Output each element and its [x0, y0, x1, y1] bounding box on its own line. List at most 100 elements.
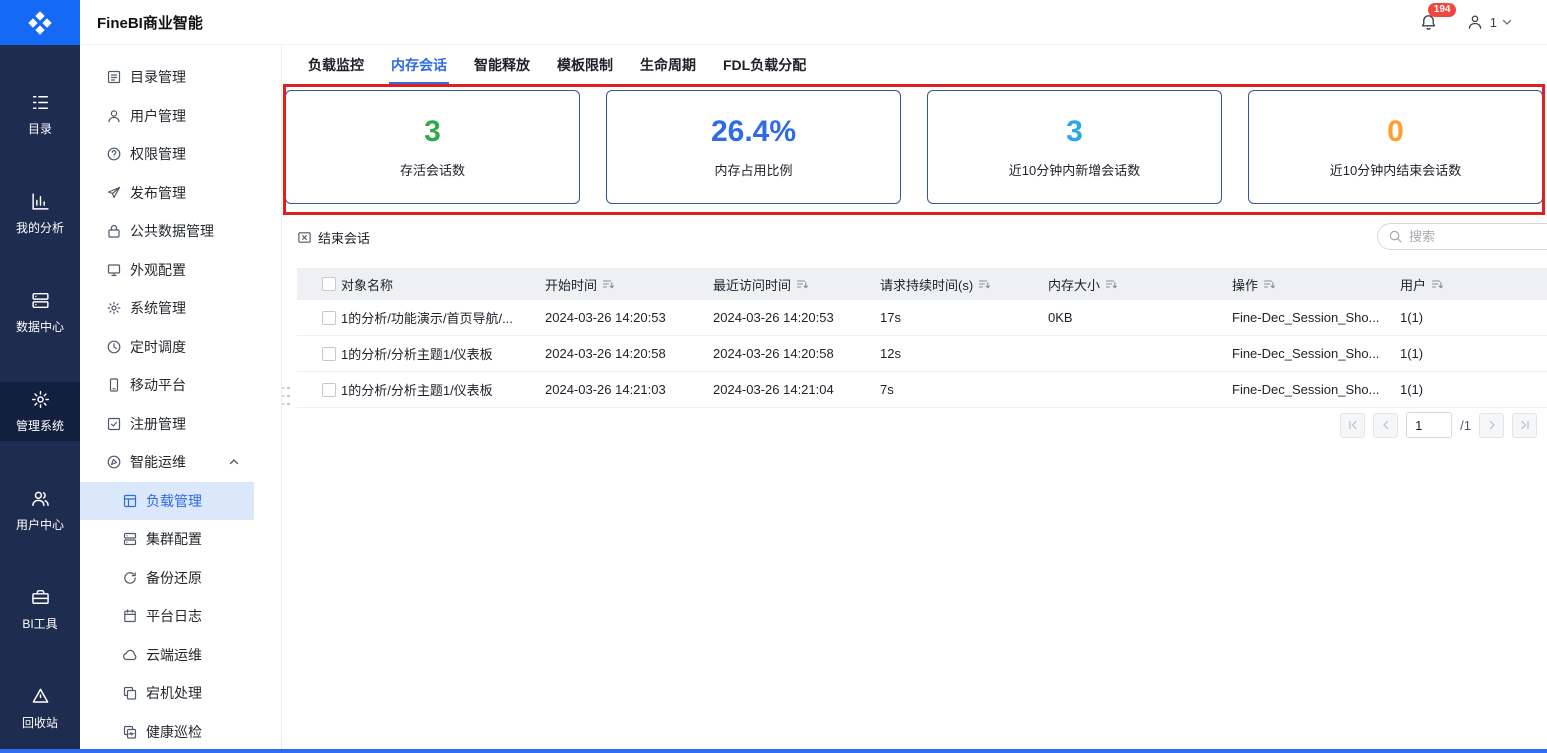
- rail-item-management-system[interactable]: 管理系统: [0, 382, 80, 441]
- sidebar-item-platform-logs[interactable]: 平台日志: [80, 597, 254, 636]
- table-toolbar: 结束会话: [297, 222, 1547, 252]
- sort-icon[interactable]: [602, 278, 614, 290]
- prev-page-button[interactable]: [1373, 412, 1399, 438]
- sidebar-item-cluster-config[interactable]: 集群配置: [80, 520, 254, 559]
- row-checkbox[interactable]: [322, 382, 336, 397]
- finebi-logo[interactable]: [0, 0, 80, 45]
- operation-cell: Fine-Dec_Session_Sho...: [1232, 382, 1380, 397]
- sidebar-item-health-check[interactable]: 健康巡检: [80, 713, 254, 752]
- stat-label: 近10分钟内新增会话数: [1008, 163, 1141, 178]
- catalog-doc-icon: [106, 69, 122, 85]
- sidebar-item-public-data-mgmt[interactable]: 公共数据管理: [80, 212, 254, 251]
- first-page-button[interactable]: [1340, 412, 1366, 438]
- tab-memory-session[interactable]: 内存会话: [389, 45, 449, 85]
- total-pages-label: /1: [1460, 417, 1471, 433]
- row-checkbox[interactable]: [322, 310, 336, 325]
- sidebar-item-load-mgmt[interactable]: 负载管理: [80, 481, 254, 520]
- sort-icon[interactable]: [1105, 278, 1117, 290]
- sidebar-item-downtime-handling[interactable]: 宕机处理: [80, 674, 254, 713]
- sort-icon[interactable]: [978, 278, 991, 290]
- sidebar-item-label: 健康巡检: [146, 723, 202, 740]
- sidebar-item-label: 集群配置: [146, 531, 202, 548]
- sidebar-item-system-mgmt[interactable]: 系统管理: [80, 289, 254, 328]
- tab-template-limit[interactable]: 模板限制: [557, 45, 613, 85]
- tab-fdl-load-distribution[interactable]: FDL负载分配: [723, 45, 806, 85]
- column-header-object-name: 对象名称: [341, 277, 394, 293]
- last-page-button[interactable]: [1512, 412, 1537, 438]
- start-time-cell: 2024-03-26 14:21:03: [545, 382, 666, 397]
- rail-item-bi-tools[interactable]: BI工具: [0, 580, 80, 639]
- sidebar-item-appearance-config[interactable]: 外观配置: [80, 251, 254, 290]
- analysis-chart-icon: [30, 191, 51, 212]
- topbar: FineBI商业智能 194 1: [80, 0, 1547, 45]
- duration-cell: 7s: [880, 382, 894, 397]
- sort-icon[interactable]: [1431, 278, 1443, 290]
- rail-item-label: 目录: [27, 122, 52, 136]
- notifications-button[interactable]: 194: [1419, 2, 1457, 32]
- table-header-row: 对象名称 开始时间 最近访问时间 请求持续时间(s) 内存大小 操作 用户: [297, 268, 1547, 300]
- end-session-icon: [297, 230, 312, 245]
- page-input[interactable]: [1406, 412, 1453, 438]
- chevron-up-icon[interactable]: [228, 456, 240, 468]
- start-time-cell: 2024-03-26 14:20:53: [545, 310, 666, 325]
- rail-item-user-center[interactable]: 用户中心: [0, 481, 80, 540]
- search-icon: [1388, 229, 1403, 244]
- cluster-servers-icon: [122, 531, 138, 547]
- chevron-down-icon[interactable]: [1501, 16, 1513, 28]
- sidebar-item-registration-mgmt[interactable]: 注册管理: [80, 405, 254, 444]
- last-access-cell: 2024-03-26 14:21:04: [713, 382, 834, 397]
- sidebar-item-label: 定时调度: [130, 338, 186, 355]
- finebi-logo-icon: [25, 8, 55, 38]
- lock-icon: [106, 223, 122, 239]
- sidebar-item-cloud-ops[interactable]: 云端运维: [80, 636, 254, 675]
- data-center-icon: [30, 290, 51, 311]
- sidebar-item-permission-mgmt[interactable]: 权限管理: [80, 135, 254, 174]
- stat-card-active-sessions: 3 存活会话数: [285, 90, 580, 204]
- sidebar-item-label: 智能运维: [130, 454, 186, 471]
- next-page-button[interactable]: [1479, 412, 1504, 438]
- sidebar-item-publish-mgmt[interactable]: 发布管理: [80, 174, 254, 213]
- sidebar-resize-handle[interactable]: [280, 384, 291, 408]
- tab-load-monitoring[interactable]: 负载监控: [308, 45, 364, 85]
- last-access-cell: 2024-03-26 14:20:58: [713, 346, 834, 361]
- user-cell: 1(1): [1400, 346, 1424, 361]
- object-name-cell: 1的分析/分析主题1/仪表板: [341, 347, 493, 362]
- row-checkbox[interactable]: [322, 346, 336, 361]
- column-header-start-time: 开始时间: [545, 277, 598, 293]
- rail-item-directory[interactable]: 目录: [0, 85, 80, 144]
- admin-sidebar: 目录管理 用户管理 权限管理 发布管理 公共数据管理 外观配置 系统管理 定时调…: [80, 45, 282, 753]
- publish-icon: [106, 185, 122, 201]
- rail-item-label: 回收站: [21, 716, 58, 730]
- end-session-button[interactable]: 结束会话: [297, 228, 370, 247]
- rail-item-data-center[interactable]: 数据中心: [0, 283, 80, 342]
- search-box[interactable]: [1377, 223, 1547, 250]
- user-menu-button[interactable]: [1466, 13, 1484, 31]
- tab-lifecycle[interactable]: 生命周期: [640, 45, 696, 85]
- sidebar-item-scheduler[interactable]: 定时调度: [80, 328, 254, 367]
- last-access-cell: 2024-03-26 14:20:53: [713, 310, 834, 325]
- operation-cell: Fine-Dec_Session_Sho...: [1232, 310, 1380, 325]
- select-all-checkbox[interactable]: [322, 277, 336, 291]
- column-header-operation: 操作: [1232, 277, 1259, 293]
- sidebar-item-label: 发布管理: [130, 184, 186, 201]
- sidebar-item-intelligent-ops[interactable]: 智能运维: [80, 443, 254, 482]
- question-circle-icon: [106, 146, 122, 162]
- rail-item-recycle-bin[interactable]: 回收站: [0, 679, 80, 738]
- sort-icon[interactable]: [796, 278, 808, 290]
- sidebar-item-mobile-platform[interactable]: 移动平台: [80, 366, 254, 405]
- online-user-count: 1: [1489, 14, 1497, 30]
- sort-icon[interactable]: [1263, 278, 1275, 290]
- left-rail: 目录 我的分析 数据中心 管理系统 用户中心 BI工具 回收站: [0, 0, 80, 753]
- sidebar-item-label: 权限管理: [130, 146, 186, 163]
- sidebar-item-catalog-mgmt[interactable]: 目录管理: [80, 58, 254, 97]
- tab-smart-release[interactable]: 智能释放: [474, 45, 530, 85]
- clock-icon: [106, 339, 122, 355]
- sidebar-item-user-mgmt[interactable]: 用户管理: [80, 97, 254, 136]
- operation-cell: Fine-Dec_Session_Sho...: [1232, 346, 1380, 361]
- cloud-icon: [122, 647, 138, 663]
- rail-item-my-analysis[interactable]: 我的分析: [0, 184, 80, 243]
- person-icon: [106, 108, 122, 124]
- stat-card-memory-usage: 26.4% 内存占用比例: [606, 90, 901, 204]
- sidebar-item-backup-restore[interactable]: 备份还原: [80, 559, 254, 598]
- search-input[interactable]: [1409, 229, 1524, 244]
